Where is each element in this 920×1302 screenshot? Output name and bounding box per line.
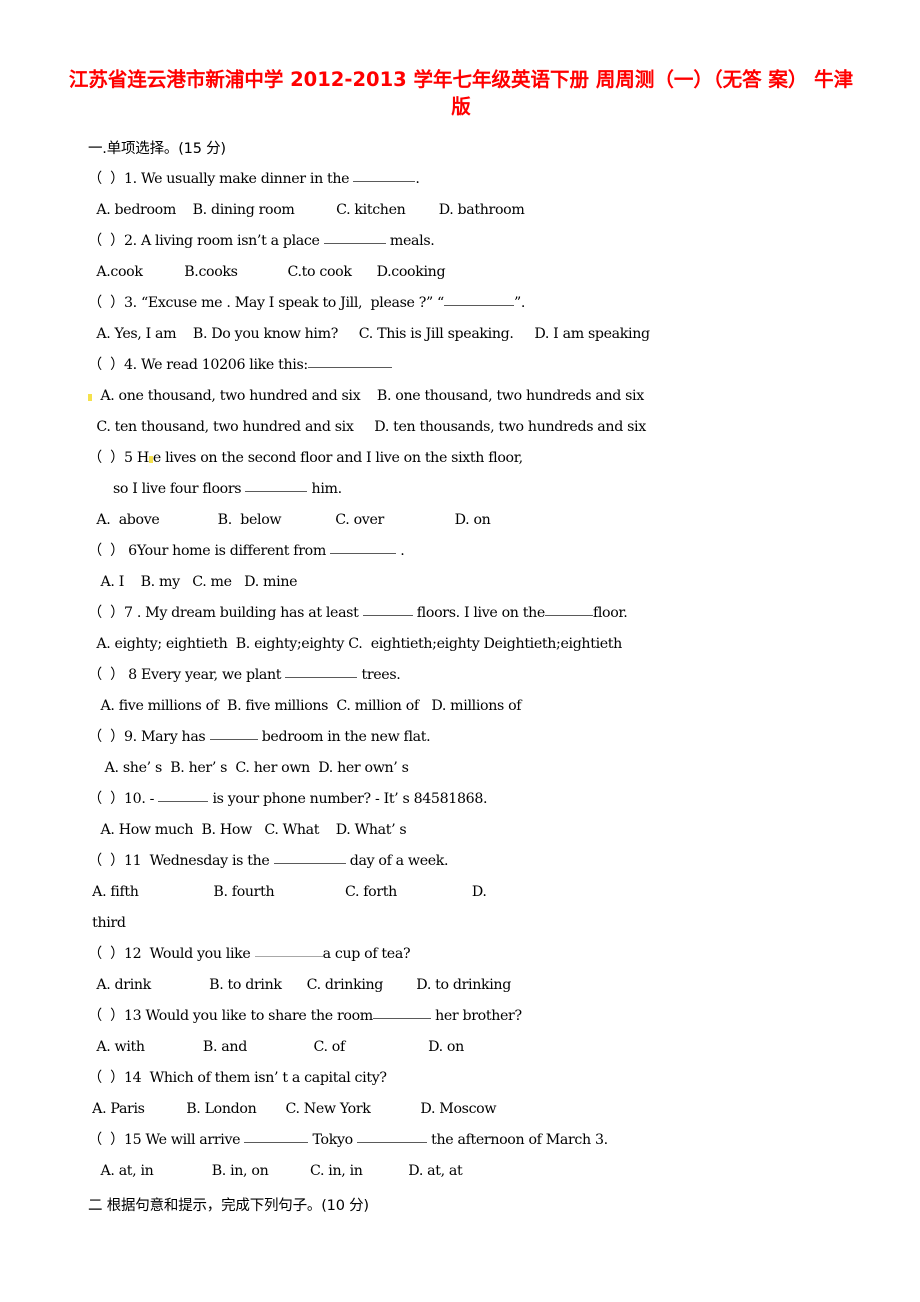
- q4-blank: [307, 356, 392, 368]
- question-1-options: A. bedroom B. dining room C. kitchen D. …: [88, 202, 525, 218]
- q7-stem-mid: floors. I live on the: [412, 605, 546, 621]
- page-title-line-1: 江苏省连云港市新浦中学 2012-2013 学年七年级英语下册 周周测（一）（无…: [68, 68, 762, 91]
- q11-stem-post: day of a week.: [345, 853, 449, 869]
- q13-blank: [372, 1007, 431, 1019]
- q13-stem-post: her brother?: [430, 1008, 522, 1024]
- question-7-stem: （ ）7 . My dream building has at least fl…: [88, 598, 868, 629]
- q5-stem-mid: e lives on the second floor and I live o…: [152, 450, 523, 466]
- q2-stem-pre: （ ）2. A living room isn’t a place: [88, 233, 324, 249]
- question-11-options-wrap: third: [88, 915, 126, 931]
- page-title: 江苏省连云港市新浦中学 2012-2013 学年七年级英语下册 周周测（一）（无…: [0, 0, 920, 120]
- q5-blank: [245, 480, 308, 492]
- question-15-stem: （ ）15 We will arrive Tokyo the afternoon…: [88, 1125, 868, 1156]
- q1-stem-post: .: [415, 171, 420, 187]
- q5-stem-line2-post: him.: [307, 481, 343, 497]
- q4-stem-pre: （ ）4. We read 10206 like this:: [88, 357, 308, 373]
- q2-blank: [323, 232, 386, 244]
- question-1-stem: （ ）1. We usually make dinner in the .: [88, 164, 868, 195]
- question-11-options: A. fifth B. fourth C. forth D.: [88, 884, 487, 900]
- question-15-options: A. at, in B. in, on C. in, in D. at, at: [88, 1163, 463, 1179]
- question-4-options-ab: A. one thousand, two hundred and six B. …: [88, 381, 868, 412]
- highlight-mark-q5: [148, 456, 153, 463]
- q6-blank: [330, 542, 397, 554]
- q6-stem-pre: （ ） 6Your home is different from: [88, 543, 331, 559]
- q12-stem-post: a cup of tea?: [322, 946, 411, 962]
- section-heading-2: 二 根据句意和提示，完成下列句子。(10 分): [88, 1198, 369, 1214]
- question-11-stem: （ ）11 Wednesday is the day of a week.: [88, 846, 868, 877]
- question-6-stem: （ ） 6Your home is different from .: [88, 536, 868, 567]
- q1-blank: [353, 170, 416, 182]
- q7-stem-pre: （ ）7 . My dream building has at least: [88, 605, 363, 621]
- question-4-stem: （ ）4. We read 10206 like this:: [88, 350, 868, 381]
- q7-blank-1: [362, 604, 413, 616]
- q11-blank: [273, 852, 346, 864]
- q4-options-ab-text: A. one thousand, two hundred and six B. …: [92, 388, 644, 404]
- q3-stem-pre: （ ）3. “Excuse me . May I speak to Jill, …: [88, 295, 444, 311]
- q13-stem-pre: （ ）13 Would you like to share the room: [88, 1008, 373, 1024]
- question-12-stem: （ ）12 Would you like a cup of tea?: [88, 939, 868, 970]
- q9-stem-pre: （ ）9. Mary has: [88, 729, 210, 745]
- question-9-stem: （ ）9. Mary has bedroom in the new flat.: [88, 722, 868, 753]
- q15-blank-2: [356, 1131, 427, 1143]
- question-6-options: A. I B. my C. me D. mine: [88, 574, 298, 590]
- q3-blank: [443, 294, 514, 306]
- q7-stem-post: floor.: [592, 605, 628, 621]
- question-9-options: A. she’ s B. her’ s C. her own D. her ow…: [88, 760, 409, 776]
- question-13-options: A. with B. and C. of D. on: [88, 1039, 464, 1055]
- question-2-stem: （ ）2. A living room isn’t a place meals.: [88, 226, 868, 257]
- q9-blank: [209, 728, 258, 740]
- question-7-options: A. eighty; eightieth B. eighty;eighty C.…: [88, 636, 622, 652]
- question-8-stem: （ ） 8 Every year, we plant trees.: [88, 660, 868, 691]
- q8-stem-post: trees.: [357, 667, 401, 683]
- worksheet-page: 江苏省连云港市新浦中学 2012-2013 学年七年级英语下册 周周测（一）（无…: [0, 0, 920, 1302]
- q15-stem-pre: （ ）15 We will arrive: [88, 1132, 245, 1148]
- q11-stem-pre: （ ）11 Wednesday is the: [88, 853, 274, 869]
- question-14-stem: （ ）14 Which of them isn’ t a capital cit…: [88, 1070, 387, 1086]
- q12-stem-pre: （ ）12 Would you like: [88, 946, 255, 962]
- highlight-mark-q4: [88, 394, 92, 401]
- q10-stem-pre: （ ）10. -: [88, 791, 159, 807]
- question-5-stem: （ ）5 He lives on the second floor and I …: [88, 443, 868, 474]
- question-4-options-cd: C. ten thousand, two hundred and six D. …: [88, 419, 646, 435]
- q12-blank: [254, 945, 323, 957]
- question-2-options: A.cook B.cooks C.to cook D.cooking: [88, 264, 446, 280]
- question-5-options: A. above B. below C. over D. on: [88, 512, 491, 528]
- question-14-options: A. Paris B. London C. New York D. Moscow: [88, 1101, 497, 1117]
- q10-stem-post: is your phone number? - It’ s 84581868.: [208, 791, 488, 807]
- question-13-stem: （ ）13 Would you like to share the room h…: [88, 1001, 868, 1032]
- question-12-options: A. drink B. to drink C. drinking D. to d…: [88, 977, 511, 993]
- document-body: 一.单项选择。(15 分) （ ）1. We usually make dinn…: [0, 134, 920, 1221]
- question-5-stem-line2: so I live four floors him.: [88, 474, 868, 505]
- q5-stem-line2-pre: so I live four floors: [88, 481, 246, 497]
- q10-blank: [158, 790, 209, 802]
- q6-stem-post: .: [396, 543, 405, 559]
- question-10-stem: （ ）10. - is your phone number? - It’ s 8…: [88, 784, 868, 815]
- question-3-options: A. Yes, I am B. Do you know him? C. This…: [88, 326, 650, 342]
- q7-blank-2: [544, 604, 593, 616]
- q2-stem-post: meals.: [385, 233, 435, 249]
- q1-stem-pre: （ ）1. We usually make dinner in the: [88, 171, 354, 187]
- q8-blank: [285, 666, 358, 678]
- question-10-options: A. How much B. How C. What D. What’ s: [88, 822, 407, 838]
- q8-stem-pre: （ ） 8 Every year, we plant: [88, 667, 286, 683]
- q9-stem-post: bedroom in the new flat.: [257, 729, 431, 745]
- question-8-options: A. five millions of B. five millions C. …: [88, 698, 522, 714]
- q15-stem-mid: Tokyo: [308, 1132, 357, 1148]
- section-heading-1: 一.单项选择。(15 分): [88, 141, 226, 157]
- q15-stem-post: the afternoon of March 3.: [426, 1132, 608, 1148]
- q3-stem-post: ”.: [513, 295, 526, 311]
- q15-blank-1: [244, 1131, 309, 1143]
- q5-stem-pre: （ ）5 H: [88, 450, 149, 466]
- question-3-stem: （ ）3. “Excuse me . May I speak to Jill, …: [88, 288, 868, 319]
